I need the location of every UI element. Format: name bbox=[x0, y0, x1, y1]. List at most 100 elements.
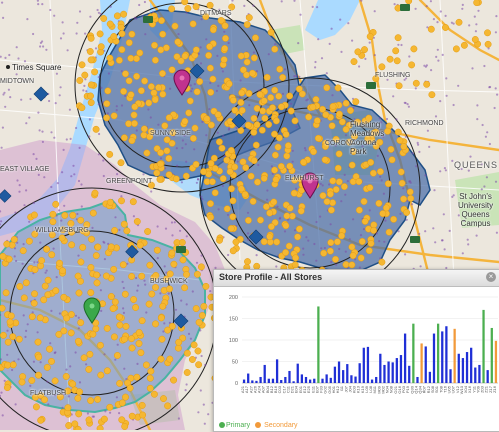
bar[interactable] bbox=[399, 355, 403, 383]
store-dot[interactable] bbox=[310, 148, 317, 156]
store-dot[interactable] bbox=[348, 243, 356, 251]
store-dot[interactable] bbox=[159, 302, 167, 310]
bar[interactable] bbox=[432, 333, 436, 383]
store-dot[interactable] bbox=[361, 46, 368, 54]
store-dot[interactable] bbox=[267, 28, 275, 36]
store-dot[interactable] bbox=[146, 374, 154, 382]
store-dot[interactable] bbox=[183, 349, 191, 357]
store-dot[interactable] bbox=[77, 319, 85, 327]
store-dot[interactable] bbox=[286, 204, 294, 212]
store-dot[interactable] bbox=[85, 416, 93, 424]
store-dot[interactable] bbox=[88, 235, 95, 243]
store-dot[interactable] bbox=[260, 174, 268, 182]
store-dot[interactable] bbox=[157, 46, 165, 54]
store-dot[interactable] bbox=[295, 225, 303, 233]
store-dot[interactable] bbox=[128, 137, 136, 145]
store-dot[interactable] bbox=[286, 162, 294, 170]
store-dot[interactable] bbox=[110, 265, 118, 273]
store-dot[interactable] bbox=[423, 80, 431, 88]
store-dot[interactable] bbox=[86, 48, 94, 55]
store-dot[interactable] bbox=[244, 258, 251, 266]
store-dot[interactable] bbox=[245, 90, 253, 97]
store-dot[interactable] bbox=[78, 104, 86, 112]
store-dot[interactable] bbox=[314, 134, 322, 142]
store-dot[interactable] bbox=[87, 34, 95, 42]
store-dot[interactable] bbox=[153, 246, 161, 254]
store-dot[interactable] bbox=[152, 320, 159, 328]
bar[interactable] bbox=[383, 364, 386, 383]
store-dot[interactable] bbox=[110, 112, 118, 120]
store-dot[interactable] bbox=[382, 204, 390, 212]
store-dot[interactable] bbox=[247, 172, 255, 180]
store-dot[interactable] bbox=[164, 326, 172, 334]
store-dot[interactable] bbox=[349, 252, 357, 260]
store-dot[interactable] bbox=[125, 77, 133, 85]
store-dot[interactable] bbox=[194, 347, 202, 355]
store-dot[interactable] bbox=[110, 333, 118, 341]
store-dot[interactable] bbox=[238, 106, 246, 114]
store-dot[interactable] bbox=[348, 261, 356, 269]
store-dot[interactable] bbox=[328, 122, 336, 130]
store-dot[interactable] bbox=[92, 252, 100, 260]
store-dot[interactable] bbox=[71, 420, 79, 428]
bar[interactable] bbox=[416, 376, 419, 383]
store-dot[interactable] bbox=[77, 258, 85, 266]
store-dot[interactable] bbox=[376, 168, 384, 176]
store-dot[interactable] bbox=[59, 267, 67, 275]
store-dot[interactable] bbox=[274, 143, 282, 151]
store-dot[interactable] bbox=[243, 71, 250, 79]
bar[interactable] bbox=[329, 377, 332, 383]
bar[interactable] bbox=[387, 361, 390, 384]
store-dot[interactable] bbox=[355, 178, 363, 186]
bar[interactable] bbox=[465, 352, 469, 383]
store-dot[interactable] bbox=[226, 168, 234, 176]
store-dot[interactable] bbox=[159, 70, 166, 77]
store-dot[interactable] bbox=[52, 287, 60, 295]
store-dot[interactable] bbox=[188, 356, 196, 363]
store-dot[interactable] bbox=[216, 236, 223, 244]
store-dot[interactable] bbox=[297, 207, 305, 215]
store-dot[interactable] bbox=[91, 189, 99, 197]
store-dot[interactable] bbox=[78, 61, 86, 69]
store-dot[interactable] bbox=[19, 247, 27, 255]
store-dot[interactable] bbox=[85, 365, 93, 373]
store-dot[interactable] bbox=[182, 172, 190, 180]
store-dot[interactable] bbox=[361, 217, 369, 225]
store-dot[interactable] bbox=[87, 81, 95, 89]
store-dot[interactable] bbox=[87, 264, 95, 271]
store-dot[interactable] bbox=[117, 159, 125, 167]
store-dot[interactable] bbox=[150, 89, 158, 97]
bar[interactable] bbox=[317, 306, 320, 383]
store-dot[interactable] bbox=[287, 107, 295, 115]
store-dot[interactable] bbox=[69, 380, 77, 388]
store-dot[interactable] bbox=[52, 200, 60, 208]
bar[interactable] bbox=[375, 376, 378, 383]
bar[interactable] bbox=[313, 378, 316, 383]
store-dot[interactable] bbox=[237, 185, 245, 193]
store-dot[interactable] bbox=[207, 200, 214, 208]
store-dot[interactable] bbox=[106, 198, 114, 206]
store-dot[interactable] bbox=[43, 245, 51, 253]
bar[interactable] bbox=[342, 370, 345, 383]
store-dot[interactable] bbox=[285, 242, 293, 250]
store-dot[interactable] bbox=[49, 210, 57, 218]
bar[interactable] bbox=[247, 373, 250, 383]
store-dot[interactable] bbox=[103, 100, 111, 108]
store-dot[interactable] bbox=[237, 52, 245, 60]
bar[interactable] bbox=[346, 364, 349, 383]
bar[interactable] bbox=[350, 375, 353, 383]
store-dot[interactable] bbox=[300, 158, 307, 166]
store-dot[interactable] bbox=[327, 239, 335, 247]
store-dot[interactable] bbox=[67, 220, 75, 227]
store-dot[interactable] bbox=[128, 412, 136, 420]
store-dot[interactable] bbox=[206, 43, 214, 51]
store-dot[interactable] bbox=[87, 92, 94, 100]
store-dot[interactable] bbox=[196, 78, 204, 86]
bar[interactable] bbox=[391, 362, 394, 383]
store-dot[interactable] bbox=[394, 34, 402, 42]
store-dot[interactable] bbox=[130, 111, 138, 119]
store-dot[interactable] bbox=[138, 401, 146, 409]
store-dot[interactable] bbox=[132, 304, 140, 311]
store-dot[interactable] bbox=[263, 73, 271, 81]
store-dot[interactable] bbox=[179, 256, 187, 264]
